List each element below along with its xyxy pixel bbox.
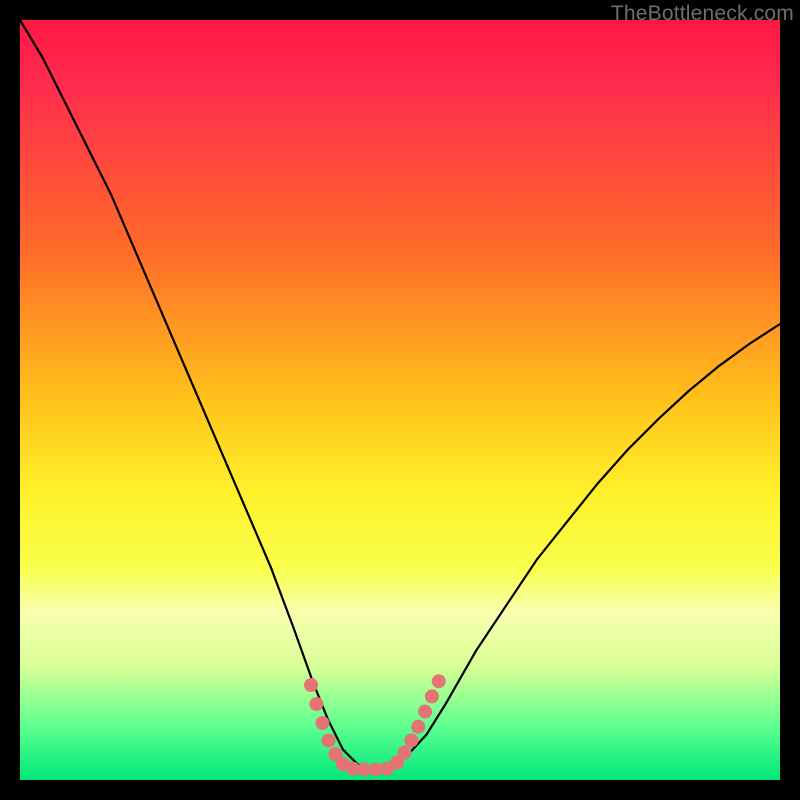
bottleneck-chart xyxy=(20,20,780,780)
chart-frame xyxy=(20,20,780,780)
gradient-background xyxy=(20,20,780,780)
